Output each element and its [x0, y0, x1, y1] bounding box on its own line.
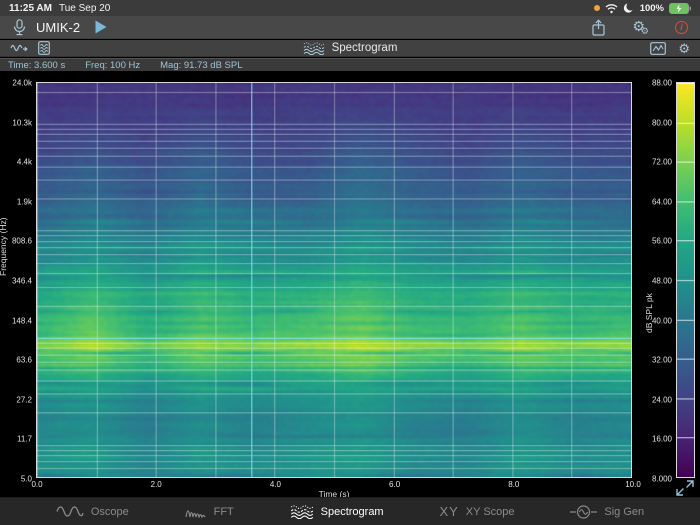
spectrogram-canvas[interactable] [36, 82, 632, 478]
colorbar-tick-label: 56.00 [651, 236, 672, 246]
tab-spectrogram[interactable]: Spectrogram [290, 504, 384, 519]
date: Tue Sep 20 [58, 2, 111, 14]
info-icon[interactable]: i [675, 20, 688, 34]
colorbar-tick-label: 80.00 [651, 118, 672, 128]
play-button[interactable] [95, 20, 107, 34]
x-tick-label: 4.0 [269, 480, 281, 489]
share-icon[interactable] [591, 18, 606, 36]
x-tick-label: 0.0 [31, 480, 43, 489]
readout-freq: Freq: 100 Hz [85, 59, 141, 71]
y-tick-label: 10.3k [12, 118, 32, 128]
y-tick-label: 11.7 [17, 434, 32, 444]
status-bar: 11:25 AM Tue Sep 20 100% [0, 0, 700, 16]
chart-preview-icon[interactable] [650, 41, 667, 55]
colorbar-tick-label: 88.00 [651, 78, 672, 88]
colorbar-tick-label: 64.00 [651, 197, 672, 207]
spectrogram-icon [290, 504, 313, 519]
fft-peaks-icon [185, 510, 206, 518]
colorbar-tick-label: 32.00 [651, 355, 672, 365]
colorbar-tick-label: 16.00 [651, 434, 672, 444]
y-tick-label: 346.4 [11, 276, 32, 286]
battery-icon [669, 2, 691, 14]
readout-mag: Mag: 91.73 dB SPL [160, 59, 243, 71]
sig-gen-icon [570, 504, 598, 519]
x-tick-label: 2.0 [150, 480, 162, 489]
colorbar-tick-label: 48.00 [651, 276, 672, 286]
clock: 11:25 AM [9, 2, 52, 14]
y-tick-label: 24.0k [12, 78, 32, 88]
settings-gears-icon[interactable]: ⚙⚙ [632, 19, 649, 36]
xy-icon: XY [439, 504, 459, 519]
microphone-icon[interactable] [12, 18, 27, 36]
moon-icon [623, 2, 635, 13]
y-axis-title: Frequency (Hz) [0, 217, 8, 276]
tab-sig-gen[interactable]: Sig Gen [570, 504, 644, 519]
battery-percent: 100% [639, 2, 664, 14]
y-tick-label: 27.2 [16, 395, 32, 405]
y-tick-label: 1.9k [16, 197, 32, 207]
device-name[interactable]: UMIK-2 [36, 20, 80, 35]
tab-fft[interactable]: FFT [185, 505, 234, 518]
x-tick-label: 6.0 [389, 480, 401, 489]
y-tick-label: 808.6 [11, 236, 32, 246]
expand-icon[interactable] [675, 479, 695, 497]
tab-bar: Oscope FFT Spectrogram XY XY Scope Sig G… [0, 497, 700, 525]
view-title: Spectrogram [331, 42, 398, 54]
plot-region: Frequency (Hz) Time (s) 24.0k 10.3k 4.4k 1.… [0, 71, 700, 499]
tab-xy-scope[interactable]: XY XY Scope [439, 504, 514, 519]
colorbar-title: dB SPL pk [644, 293, 654, 333]
gear-icon[interactable]: ⚙ [678, 42, 690, 55]
colorbar[interactable] [676, 82, 695, 478]
view-toolbar: Spectrogram ⚙ [0, 40, 700, 57]
y-tick-label: 5.0 [20, 474, 32, 484]
tab-oscope[interactable]: Oscope [56, 505, 129, 518]
y-tick-label: 148.4 [11, 316, 32, 326]
y-tick-label: 63.6 [16, 355, 32, 365]
x-tick-label: 8.0 [508, 480, 520, 489]
wifi-icon [605, 3, 618, 13]
y-tick-label: 4.4k [16, 157, 32, 167]
recording-dot [593, 5, 600, 11]
cursor-readout: Time: 3.600 s Freq: 100 Hz Mag: 91.73 dB… [0, 58, 700, 71]
app-window: 11:25 AM Tue Sep 20 100% UMIK-2 ⚙⚙ i Spe… [0, 0, 700, 525]
readout-time: Time: 3.600 s [8, 59, 66, 71]
colorbar-tick-label: 8.000 [651, 474, 672, 484]
colorbar-tick-label: 72.00 [651, 157, 672, 167]
main-toolbar: UMIK-2 ⚙⚙ i [0, 16, 700, 39]
colorbar-tick-label: 24.00 [651, 395, 672, 405]
spectrogram-icon [303, 41, 324, 55]
sine-wave-icon [56, 506, 84, 517]
